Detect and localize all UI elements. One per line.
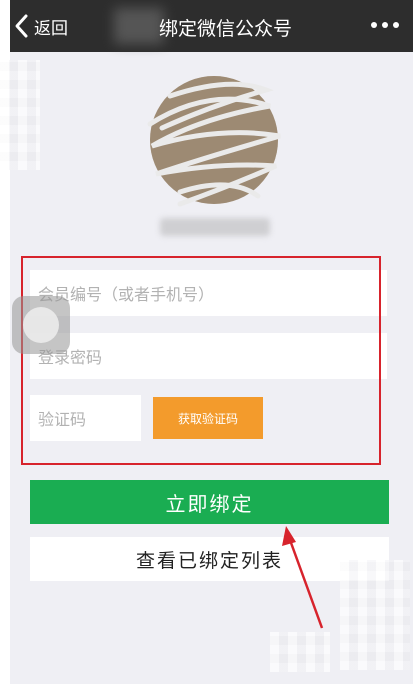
redacted-username (160, 218, 270, 236)
password-input[interactable]: 登录密码 (30, 333, 387, 379)
get-code-button[interactable]: 获取验证码 (153, 397, 263, 439)
nav-header: 返回 绑定微信公众号 (10, 0, 413, 52)
floating-assist-ball[interactable] (12, 296, 70, 354)
watermark-mosaic (270, 632, 330, 672)
phone-screen: 返回 绑定微信公众号 会员编号（或者手机号） 登录密码 验证码 获取验证码 立即… (10, 0, 413, 684)
member-id-input[interactable]: 会员编号（或者手机号） (30, 270, 387, 316)
more-dots-icon[interactable] (371, 22, 399, 28)
avatar (147, 76, 281, 207)
view-bound-list-button[interactable]: 查看已绑定列表 (30, 537, 389, 581)
verification-code-input[interactable]: 验证码 (30, 395, 141, 441)
page-title: 绑定微信公众号 (158, 18, 292, 40)
bind-now-button[interactable]: 立即绑定 (30, 480, 389, 524)
